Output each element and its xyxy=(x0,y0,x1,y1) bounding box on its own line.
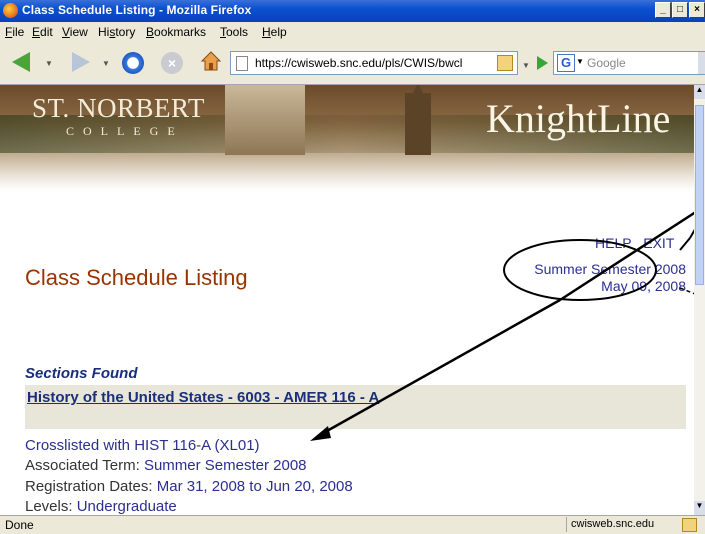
secure-lock-icon[interactable] xyxy=(682,518,697,532)
vertical-scrollbar[interactable]: ▲ ▼ xyxy=(694,85,705,515)
status-text: Done xyxy=(5,518,34,532)
scroll-up-icon[interactable]: ▲ xyxy=(694,85,705,99)
annotation-overlay xyxy=(310,204,705,441)
annotation-arrowhead-2 xyxy=(679,237,691,251)
scroll-thumb[interactable] xyxy=(695,105,704,285)
status-bar: Done cwisweb.snc.edu xyxy=(0,515,705,534)
annotation-arrow-line-2 xyxy=(317,298,561,438)
annotation-ellipse xyxy=(503,239,657,301)
status-domain: cwisweb.snc.edu xyxy=(566,517,701,532)
annotation-arrowhead xyxy=(310,426,331,441)
scroll-down-icon[interactable]: ▼ xyxy=(694,501,705,515)
annotation-arrow-line xyxy=(559,204,705,302)
